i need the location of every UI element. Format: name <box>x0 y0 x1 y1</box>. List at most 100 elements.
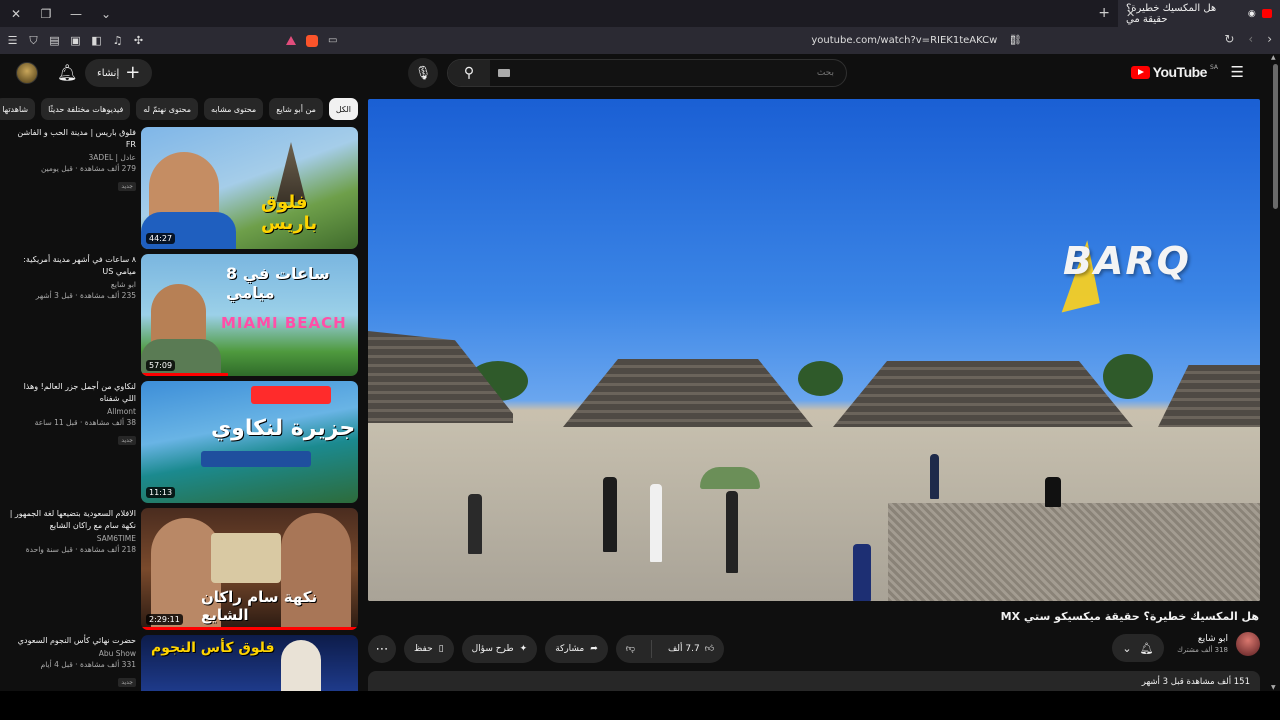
video-thumbnail[interactable]: فلوق باريس 44:27 <box>141 127 358 249</box>
search-button[interactable]: ⚲ <box>448 60 490 86</box>
chevron-down-icon[interactable]: ⌄ <box>98 7 114 21</box>
minimize-window-icon[interactable]: — <box>68 7 84 21</box>
channel-watermark: BARQ <box>1063 239 1191 283</box>
description-box[interactable]: 151 ألف مشاهدة قبل 3 أشهر <box>368 671 1260 691</box>
channel-name[interactable]: ابو شايع <box>8 280 136 289</box>
video-stats: 235 ألف مشاهدة · قبل 3 أشهر <box>35 291 136 300</box>
back-arrow-icon[interactable]: ‹ <box>1248 32 1253 46</box>
reload-icon[interactable]: ↻ <box>1224 32 1234 46</box>
chip-all[interactable]: الكل <box>328 98 358 120</box>
video-title[interactable]: لنكاوي من أجمل جزر العالم! وهذا اللي شفن… <box>8 381 136 405</box>
channel-name[interactable]: Allmont <box>8 407 136 416</box>
puzzle-extension-icon[interactable]: ✣ <box>133 34 144 47</box>
browser-toolbar: ☰ ⛉ ▤ ▣ ◧ ♫ ✣ ▭ youtube.com/watch?v=RIEK… <box>0 27 1280 54</box>
channel-name[interactable]: SAM6TIME <box>8 534 136 543</box>
tab-close-icon[interactable]: ✕ <box>1126 7 1135 20</box>
music-icon[interactable]: ♫ <box>112 34 123 47</box>
region-code: SA <box>1209 64 1218 71</box>
more-actions-button[interactable]: ⋯ <box>368 635 396 663</box>
thumbnail-caption: فلوق باريس <box>261 192 318 234</box>
scroll-up-arrow-icon[interactable]: ▲ <box>1271 54 1276 61</box>
pyramid <box>563 359 813 427</box>
like-button[interactable]: 👍︎ 7.7 ألف <box>658 635 724 663</box>
youtube-logo[interactable]: YouTube SA <box>1130 64 1218 80</box>
tourist <box>930 454 939 499</box>
close-window-icon[interactable]: ✕ <box>8 7 24 21</box>
list-item[interactable]: 8 ساعات في ميامي MIAMI BEACH 57:09 ٨ ساع… <box>8 254 358 376</box>
channel-owner[interactable]: ابو شايع 318 ألف مشترك <box>1177 632 1260 656</box>
new-tab-plus-icon[interactable]: + <box>1098 5 1110 21</box>
thumbs-up-icon: 👍︎ <box>704 644 715 654</box>
page-scrollbar[interactable]: ▲ ▼ <box>1270 54 1280 691</box>
brave-rewards-icon[interactable] <box>286 36 296 45</box>
chip-interest[interactable]: محتوى نهتمّ له <box>136 98 198 120</box>
picture-in-picture-icon[interactable]: ▭ <box>328 35 337 46</box>
video-title[interactable]: ٨ ساعات في أشهر مدينة أمريكية: ميامي US <box>8 254 136 278</box>
list-item[interactable]: نكهة سام راكان الشايع 2:29:11 الافلام ال… <box>8 508 358 630</box>
chip-recent[interactable]: فيديوهات مختلفة حديثًا <box>41 98 131 120</box>
video-thumbnail[interactable]: جزيرة لنكاوي 11:13 <box>141 381 358 503</box>
tab-title: هل المكسيك خطيرة؟ حقيقة مي <box>1126 2 1217 25</box>
channel-name[interactable]: Abu Show <box>8 649 136 658</box>
chip-watched[interactable]: شاهدتها <box>0 98 36 120</box>
related-filter-chips: الكل من أبو شايع محتوى مشابه محتوى نهتمّ… <box>0 98 358 122</box>
video-stats: 279 ألف مشاهدة · قبل يومين <box>40 164 136 173</box>
shield-icon[interactable]: ⛉ <box>28 34 39 48</box>
pyramid <box>833 361 1133 427</box>
video-player[interactable]: BARQ <box>368 99 1260 601</box>
audio-icon[interactable]: ◉ <box>1248 9 1256 19</box>
tree <box>798 361 843 396</box>
window-controls: ✕ ❐ — ⌄ <box>0 7 114 21</box>
bookmark-icon[interactable]: ▯ <box>1010 33 1016 46</box>
subscribed-button[interactable]: ⌄ 🔔︎ <box>1112 634 1164 662</box>
search-input[interactable] <box>490 60 846 86</box>
video-stats: 38 ألف مشاهدة · قبل 11 ساعة <box>34 418 136 427</box>
chip-from-channel[interactable]: من أبو شايع <box>269 98 323 120</box>
dislike-button[interactable]: 👎︎ <box>616 635 645 663</box>
scrollbar-thumb[interactable] <box>1273 64 1278 209</box>
video-thumbnail[interactable]: 8 ساعات في ميامي MIAMI BEACH 57:09 <box>141 254 358 376</box>
browser-tab-active[interactable]: ✕ هل المكسيك خطيرة؟ حقيقة مي ◉ <box>1118 0 1280 27</box>
ask-button[interactable]: ✦ طرح سؤال <box>461 635 538 663</box>
share-button[interactable]: ➦ مشاركة <box>545 635 608 663</box>
scroll-down-arrow-icon[interactable]: ▼ <box>1271 684 1276 691</box>
video-title[interactable]: حضرت نهائي كأس النجوم السعودي <box>8 635 136 647</box>
list-item[interactable]: فلوق كأس النجوم حضرت نهائي كأس النجوم ال… <box>8 635 358 691</box>
url-text[interactable]: youtube.com/watch?v=RIEK1teAKCw <box>811 35 997 46</box>
list-item[interactable]: جزيرة لنكاوي 11:13 لنكاوي من أجمل جزر ال… <box>8 381 358 503</box>
youtube-play-icon <box>1130 65 1150 79</box>
chip-similar[interactable]: محتوى مشابه <box>204 98 264 120</box>
create-label: إنشاء <box>97 67 120 79</box>
menu-icon[interactable]: ☰ <box>7 34 18 47</box>
tourist <box>726 491 738 573</box>
tourist <box>853 544 871 601</box>
search-icon: ⚲ <box>463 65 475 81</box>
video-title: هل المكسيك خطيرة؟ حقيقة ميكسيكو ستي MX <box>1000 610 1259 623</box>
video-title[interactable]: فلوق باريس | مدينة الحب و الفاشن FR <box>8 127 136 151</box>
notifications-bell-icon[interactable]: 🔔︎ <box>57 63 77 82</box>
save-button[interactable]: ▯ حفظ <box>404 635 454 663</box>
like-count: 7.7 ألف <box>667 644 700 654</box>
guide-menu-icon[interactable]: ☰ <box>1231 63 1244 81</box>
channel-name[interactable]: ابو شايع <box>1177 634 1228 644</box>
brave-shields-icon[interactable] <box>306 34 318 47</box>
youtube-header: 🔔︎ إنشاء + 🎙︎ ⚲ YouTube SA ☰ <box>0 54 1270 94</box>
reader-icon[interactable]: ▣ <box>70 34 81 47</box>
video-title[interactable]: الافلام السعودية بتضيعها لغة الجمهور | ن… <box>8 508 136 532</box>
sparkle-icon: ✦ <box>519 644 528 654</box>
voice-search-mic-icon[interactable]: 🎙︎ <box>408 58 438 88</box>
video-thumbnail[interactable]: فلوق كأس النجوم <box>141 635 358 691</box>
keyboard-icon[interactable] <box>498 69 510 77</box>
forward-arrow-icon[interactable]: › <box>1267 32 1272 46</box>
wallet-icon[interactable]: ▤ <box>49 34 60 47</box>
channel-avatar[interactable] <box>1236 632 1260 656</box>
create-button[interactable]: إنشاء + <box>85 59 153 87</box>
list-item[interactable]: فلوق باريس 44:27 فلوق باريس | مدينة الحب… <box>8 127 358 249</box>
video-stats: 218 ألف مشاهدة · قبل سنة واحدة <box>25 545 136 554</box>
channel-name[interactable]: عادل | 3ADEL <box>8 153 136 162</box>
restore-window-icon[interactable]: ❐ <box>38 7 54 21</box>
account-avatar[interactable] <box>16 62 38 84</box>
address-bar[interactable]: ▭ youtube.com/watch?v=RIEK1teAKCw ⛓ <box>280 30 1030 51</box>
video-thumbnail[interactable]: نكهة سام راكان الشايع 2:29:11 <box>141 508 358 630</box>
sidebar-icon[interactable]: ◧ <box>91 34 102 47</box>
